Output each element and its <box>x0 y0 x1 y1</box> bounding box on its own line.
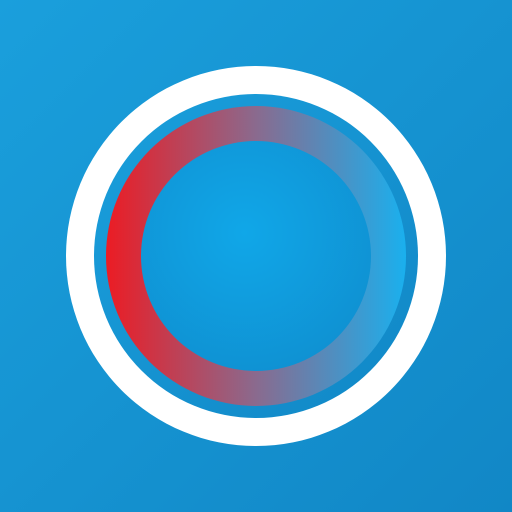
app-icon <box>0 0 512 512</box>
inner-circle <box>141 141 371 371</box>
ring-logo-icon <box>0 0 512 512</box>
